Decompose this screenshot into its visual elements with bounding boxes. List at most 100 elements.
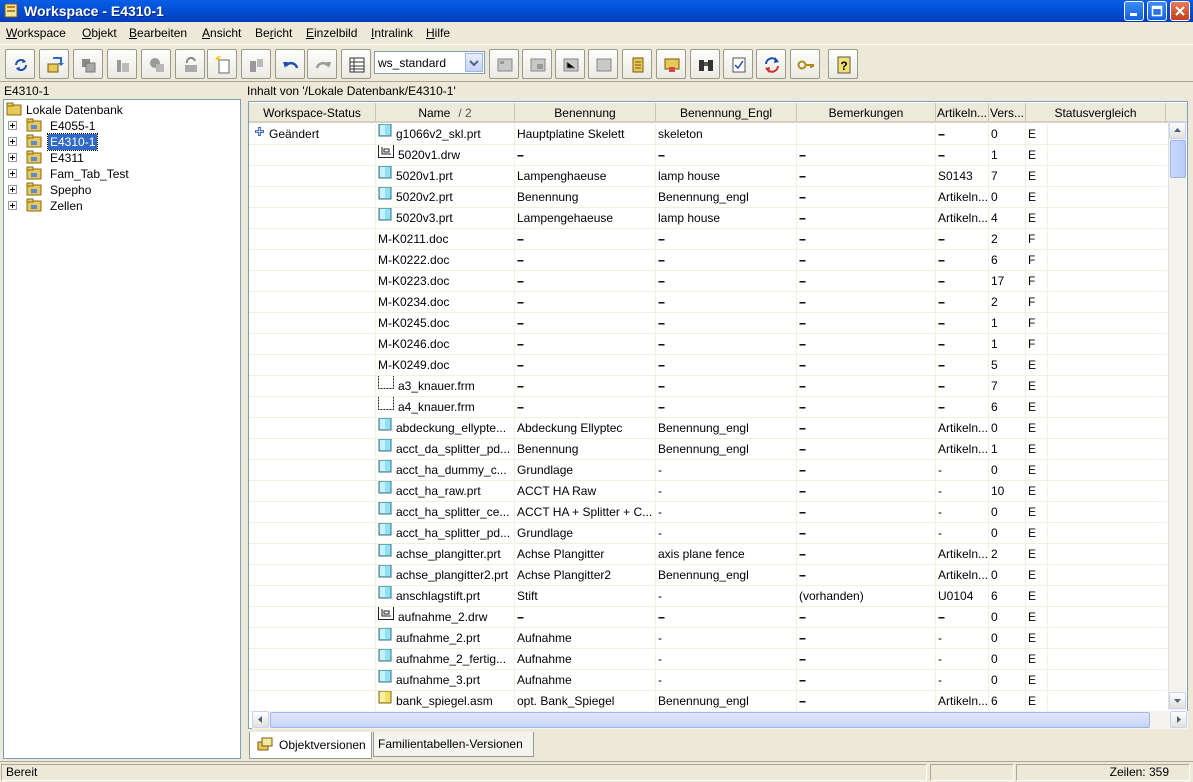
- column-header[interactable]: Name / 2: [376, 103, 515, 123]
- table-row[interactable]: M-K0211.doc -- -- -- -- 2 F: [249, 229, 1167, 250]
- expand-icon[interactable]: [8, 137, 17, 146]
- scroll-left-button[interactable]: [252, 711, 269, 728]
- horizontal-scrollbar[interactable]: [252, 711, 1188, 729]
- checkin-button[interactable]: [73, 49, 103, 79]
- tree-item[interactable]: E4055-1: [8, 118, 228, 134]
- table-row[interactable]: M-K0223.doc -- -- -- -- 17 F: [249, 271, 1167, 292]
- redo-button[interactable]: [307, 49, 337, 79]
- refresh-button[interactable]: [5, 49, 35, 79]
- vertical-scrollbar[interactable]: [1168, 122, 1186, 710]
- scroll-right-button[interactable]: [1170, 711, 1187, 728]
- tree-item[interactable]: E4310-1: [8, 133, 228, 151]
- menu-bericht[interactable]: Bericht: [255, 26, 292, 40]
- column-header[interactable]: Artikeln...: [936, 103, 989, 123]
- table-row[interactable]: 5020v2.prt Benennung Benennung_engl -- Artik…: [249, 187, 1167, 208]
- column-header[interactable]: Bemerkungen: [797, 103, 936, 123]
- structure-view-button[interactable]: [489, 49, 519, 79]
- tree-item[interactable]: Zellen: [8, 198, 228, 214]
- expand-icon[interactable]: [8, 153, 17, 162]
- menu-intralink[interactable]: Intralink: [371, 26, 413, 40]
- table-row[interactable]: acct_ha_raw.prt ACCT HA Raw - -- -10 E: [249, 481, 1167, 502]
- search-button[interactable]: [690, 49, 720, 79]
- table-row[interactable]: M-K0246.doc -- -- -- -- 1 F: [249, 334, 1167, 355]
- table-view-button[interactable]: [341, 49, 371, 79]
- table-row[interactable]: 5020v1.drw -- -- -- -- 1 E: [249, 145, 1167, 166]
- verify-button[interactable]: [723, 49, 753, 79]
- table-row[interactable]: achse_plangitter2.prt Achse Plangitter2 Be…: [249, 565, 1167, 586]
- table-row[interactable]: bank_spiegel.asm opt. Bank_Spiegel Benennu…: [249, 691, 1167, 712]
- tree-item[interactable]: E4311: [8, 150, 228, 166]
- new-document-button[interactable]: [207, 49, 237, 79]
- maximize-button[interactable]: [1147, 1, 1167, 21]
- workspace-tree[interactable]: Lokale Datenbank E4055-1 E4310-1 E4311 Fam_T…: [3, 99, 241, 759]
- table-row[interactable]: M-K0249.doc -- -- -- -- 5 E: [249, 355, 1167, 376]
- help-button[interactable]: ?: [828, 49, 858, 79]
- dependencies-button[interactable]: [555, 49, 585, 79]
- expand-icon[interactable]: [8, 201, 17, 210]
- table-row[interactable]: abdeckung_ellypte... Abdeckung Ellyptec Be…: [249, 418, 1167, 439]
- table-row[interactable]: acct_ha_splitter_ce... ACCT HA + Splitter…: [249, 502, 1167, 523]
- compare-button[interactable]: [588, 49, 618, 79]
- scroll-up-button[interactable]: [1169, 122, 1186, 139]
- synchronize-button[interactable]: [756, 49, 786, 79]
- expand-icon[interactable]: [8, 185, 17, 194]
- tree-item[interactable]: Spepho: [8, 182, 228, 198]
- expand-icon[interactable]: [8, 169, 17, 178]
- cell-text: Artikeln...: [938, 190, 989, 204]
- menu-workspace[interactable]: Workspace: [6, 26, 66, 40]
- table-row[interactable]: M-K0245.doc -- -- -- -- 1 F: [249, 313, 1167, 334]
- table-row[interactable]: aufnahme_2_fertig... Aufnahme - -- -0 E: [249, 649, 1167, 670]
- menu-bearbeiten[interactable]: Bearbeiten: [129, 26, 187, 40]
- table-row[interactable]: Geändert g1066v2_skl.prt Hauptplatine Skel…: [249, 124, 1167, 145]
- table-row[interactable]: M-K0234.doc -- -- -- -- 2 F: [249, 292, 1167, 313]
- close-button[interactable]: [1170, 1, 1190, 21]
- column-header[interactable]: Benennung: [515, 103, 656, 123]
- column-header[interactable]: Benennung_Engl: [656, 103, 797, 123]
- remove-button[interactable]: [241, 49, 271, 79]
- workspace-info-button[interactable]: [656, 49, 686, 79]
- cell-status: [249, 313, 376, 334]
- column-header[interactable]: Workspace-Status: [249, 103, 376, 123]
- table-row[interactable]: a3_knauer.frm -- -- -- -- 7 E: [249, 376, 1167, 397]
- scroll-down-button[interactable]: [1169, 692, 1186, 709]
- tab-familientabellen[interactable]: Familientabellen-Versionen: [373, 732, 534, 757]
- undo-button[interactable]: [275, 49, 305, 79]
- table-row[interactable]: 5020v1.prt Lampenghaeuse lamp house -- S0143…: [249, 166, 1167, 187]
- table-row[interactable]: M-K0222.doc -- -- -- -- 6 F: [249, 250, 1167, 271]
- cell-text: Achse Plangitter2: [517, 568, 612, 582]
- menu-einzelbild[interactable]: Einzelbild: [306, 26, 357, 40]
- where-used-button[interactable]: [522, 49, 552, 79]
- cell-ben: Achse Plangitter2: [515, 565, 656, 586]
- checkout-button[interactable]: [107, 49, 137, 79]
- table-row[interactable]: aufnahme_2.prt Aufnahme - -- -0 E: [249, 628, 1167, 649]
- table-row[interactable]: aufnahme_3.prt Aufnahme - -- -0 E: [249, 670, 1167, 691]
- table-row[interactable]: acct_ha_splitter_pd... Grundlage - -- -0 E: [249, 523, 1167, 544]
- cell-status: [249, 439, 376, 460]
- cell-bem: [797, 124, 936, 145]
- column-header[interactable]: Vers...: [989, 103, 1026, 123]
- table-row[interactable]: acct_da_splitter_pd... Benennung Benennung…: [249, 439, 1167, 460]
- menu-ansicht[interactable]: Ansicht: [202, 26, 241, 40]
- properties-button[interactable]: [622, 49, 652, 79]
- tree-item[interactable]: Fam_Tab_Test: [8, 166, 228, 182]
- table-row[interactable]: anschlagstift.prt Stift - (vorhanden) U0104 6…: [249, 586, 1167, 607]
- update-button[interactable]: [175, 49, 205, 79]
- vertical-scroll-thumb[interactable]: [1170, 140, 1186, 178]
- menu-objekt[interactable]: Objekt: [82, 26, 117, 40]
- new-object-button[interactable]: [141, 49, 171, 79]
- horizontal-scroll-thumb[interactable]: [270, 712, 1150, 728]
- view-select[interactable]: ws_standard: [374, 51, 485, 74]
- menu-hilfe[interactable]: Hilfe: [426, 26, 450, 40]
- table-row[interactable]: achse_plangitter.prt Achse Plangitter axis…: [249, 544, 1167, 565]
- access-key-button[interactable]: [790, 49, 820, 79]
- column-header[interactable]: Statusvergleich: [1026, 103, 1166, 123]
- table-row[interactable]: acct_ha_dummy_c... Grundlage - -- -0 E: [249, 460, 1167, 481]
- table-row[interactable]: 5020v3.prt Lampengehaeuse lamp house -- Arti…: [249, 208, 1167, 229]
- expand-icon[interactable]: [8, 121, 17, 130]
- chevron-down-icon[interactable]: [465, 53, 483, 72]
- table-row[interactable]: a4_knauer.frm -- -- -- -- 6 E: [249, 397, 1167, 418]
- tab-objektversionen[interactable]: Objektversionen: [249, 732, 372, 759]
- sync-workspace-button[interactable]: [39, 49, 69, 79]
- table-row[interactable]: aufnahme_2.drw -- -- -- -- 0 E: [249, 607, 1167, 628]
- minimize-button[interactable]: [1124, 1, 1144, 21]
